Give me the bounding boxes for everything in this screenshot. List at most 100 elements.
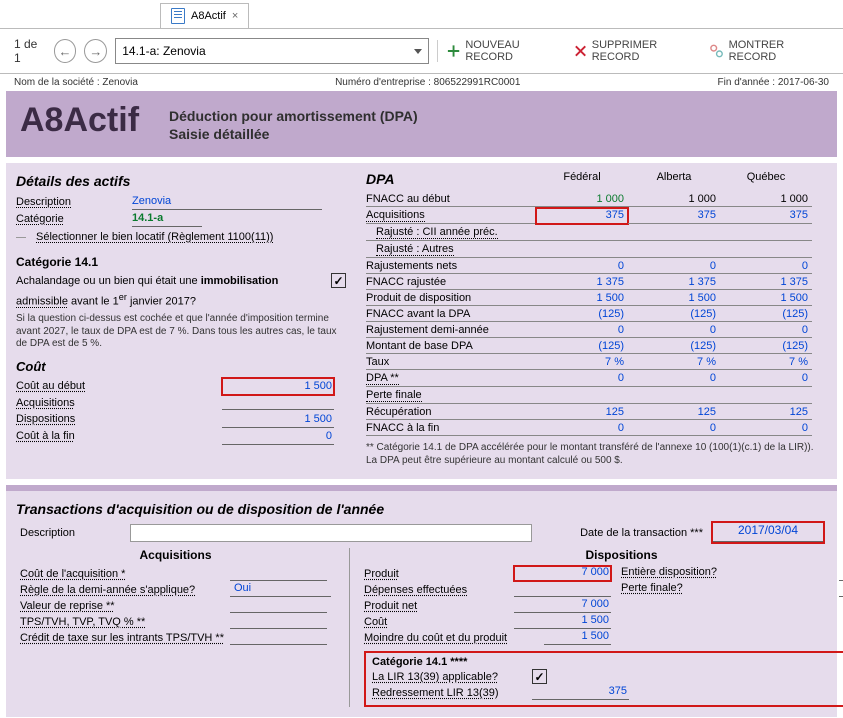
cost-disp-label: Dispositions [16, 411, 216, 427]
section-divider [6, 485, 837, 491]
net-proceeds-field: 7 000 [514, 598, 611, 613]
dpa-cell: 1 500 [720, 291, 812, 306]
chevron-down-icon [414, 49, 422, 54]
dpa-cell[interactable]: 0 [536, 371, 628, 387]
company-name: Nom de la société : Zenovia [14, 77, 138, 88]
cost-end-field: 0 [222, 428, 334, 445]
asset-details-heading: Détails des actifs [16, 173, 346, 189]
terminal-loss-field[interactable]: Non [839, 582, 843, 597]
dpa-cell[interactable] [628, 225, 720, 241]
half-year-label: Règle de la demi-année s'applique? [20, 584, 230, 596]
dpa-row-label: Taux [366, 355, 536, 370]
dpa-cell: 125 [628, 405, 720, 420]
dpa-cell[interactable]: 375 [720, 208, 812, 224]
record-dropdown[interactable]: 14.1-a: Zenovia [115, 38, 429, 64]
dpa-row-label: DPA ** [366, 371, 536, 387]
dpa-row-label: FNACC à la fin [366, 421, 536, 436]
dpa-cell[interactable]: 0 [628, 371, 720, 387]
trans-description-input[interactable] [130, 524, 532, 542]
dpa-cell: 1 500 [628, 291, 720, 306]
cost-begin-field[interactable]: 1 500 [222, 378, 334, 395]
dpa-cell[interactable] [536, 388, 628, 404]
document-icon [171, 8, 185, 24]
year-end: Fin d'année : 2017-06-30 [718, 77, 829, 88]
dpa-cell: (125) [720, 307, 812, 322]
dpa-cell: 1 375 [628, 275, 720, 290]
page-title: A8Actif [20, 101, 139, 140]
tax-pct-label: TPS/TVH, TVP, TVQ % ** [20, 616, 230, 628]
itc-label: Crédit de taxe sur les intrants TPS/TVH … [20, 632, 230, 644]
dpa-cell[interactable] [720, 225, 812, 241]
disp-cost-field[interactable]: 1 500 [514, 614, 611, 629]
cost-acq-field[interactable] [222, 395, 334, 410]
dpa-cell[interactable] [720, 242, 812, 258]
plus-icon [446, 43, 461, 59]
close-icon[interactable]: × [232, 10, 238, 22]
dpa-cell[interactable] [720, 388, 812, 404]
dpa-cell: (125) [720, 339, 812, 354]
pager-label: 1 de 1 [14, 37, 46, 65]
new-record-button[interactable]: NOUVEAU RECORD [446, 39, 564, 63]
full-disp-field[interactable]: Oui [839, 566, 843, 581]
transactions-heading: Transactions d'acquisition ou de disposi… [6, 497, 837, 521]
prev-record-button[interactable]: ← [54, 39, 77, 63]
next-record-button[interactable]: → [84, 39, 107, 63]
delete-record-button[interactable]: SUPPRIMER RECORD [573, 39, 702, 63]
dpa-cell: 125 [536, 405, 628, 420]
category-14-1-heading: Catégorie 14.1 [16, 255, 346, 269]
cost-disp-field[interactable]: 1 500 [222, 411, 334, 428]
page-banner: A8Actif Déduction pour amortissement (DP… [6, 91, 837, 157]
dpa-cell: 0 [536, 421, 628, 436]
goodwill-checkbox[interactable]: ✓ [331, 273, 346, 288]
dpa-cell: 0 [628, 259, 720, 274]
filter-icon [709, 43, 724, 59]
dpa-row-label: Rajusté : Autres [366, 242, 536, 258]
tab-a8actif[interactable]: A8Actif × [160, 3, 249, 28]
dpa-cell[interactable] [628, 388, 720, 404]
dpa-cell: 0 [536, 259, 628, 274]
cat14-sub-heading: Catégorie 14.1 **** [372, 656, 843, 668]
category-label: Catégorie [16, 211, 126, 227]
separator [437, 40, 438, 62]
itc-field[interactable] [230, 630, 327, 645]
description-field[interactable]: Zenovia [132, 193, 322, 210]
goodwill-note: Si la question ci-dessus est cochée et q… [16, 313, 346, 351]
lesser-field: 1 500 [544, 630, 611, 645]
trans-date-field[interactable]: 2017/03/04 [713, 523, 823, 542]
dpa-cell[interactable] [628, 242, 720, 258]
acquisitions-panel: Acquisitions Coût de l'acquisition * Règ… [20, 548, 331, 707]
ita-adjustment-label: Redressement LIR 13(39) [372, 687, 532, 699]
trans-date-label: Date de la transaction *** [580, 527, 703, 539]
proceeds-field[interactable]: 7 000 [514, 566, 611, 581]
ita-13-39-label: La LIR 13(39) applicable? [372, 671, 532, 683]
dpa-cell: (125) [628, 307, 720, 322]
dpa-cell[interactable]: 0 [720, 371, 812, 387]
dpa-cell[interactable] [536, 242, 628, 258]
net-proceeds-label: Produit net [364, 600, 514, 612]
dpa-cell[interactable]: 375 [628, 208, 720, 224]
acq-cost-field[interactable] [230, 566, 327, 581]
expenses-label: Dépenses effectuées [364, 584, 514, 596]
rental-property-label: Sélectionner le bien locatif (Règlement … [36, 229, 273, 245]
dpa-row-label: Rajustements nets [366, 259, 536, 274]
dpa-row-label: Rajustement demi-année [366, 323, 536, 338]
half-year-field[interactable]: Oui [230, 582, 331, 597]
dpa-cell: 0 [628, 323, 720, 338]
dpa-cell: 7 [720, 355, 812, 370]
business-number: Numéro d'entreprise : 806522991RC0001 [335, 77, 520, 88]
category-field[interactable]: 14.1-a [132, 210, 202, 227]
page-subtitle: Déduction pour amortissement (DPA) Saisi… [169, 107, 418, 143]
dpa-cell: 1 000 [628, 192, 720, 207]
meta-row: Nom de la société : Zenovia Numéro d'ent… [0, 74, 843, 91]
expenses-field[interactable] [514, 582, 611, 597]
dpa-cell: 1 375 [536, 275, 628, 290]
ita-13-39-checkbox[interactable]: ✓ [532, 669, 547, 684]
tax-pct-field[interactable] [230, 614, 327, 629]
dpa-cell: 7 [536, 355, 628, 370]
dpa-cell: 125 [720, 405, 812, 420]
dpa-cell[interactable]: 375 [536, 208, 628, 224]
dispositions-heading: Dispositions [364, 548, 843, 562]
trade-in-field[interactable] [230, 598, 327, 613]
dpa-cell[interactable] [536, 225, 628, 241]
show-record-button[interactable]: MONTRER RECORD [709, 39, 829, 63]
